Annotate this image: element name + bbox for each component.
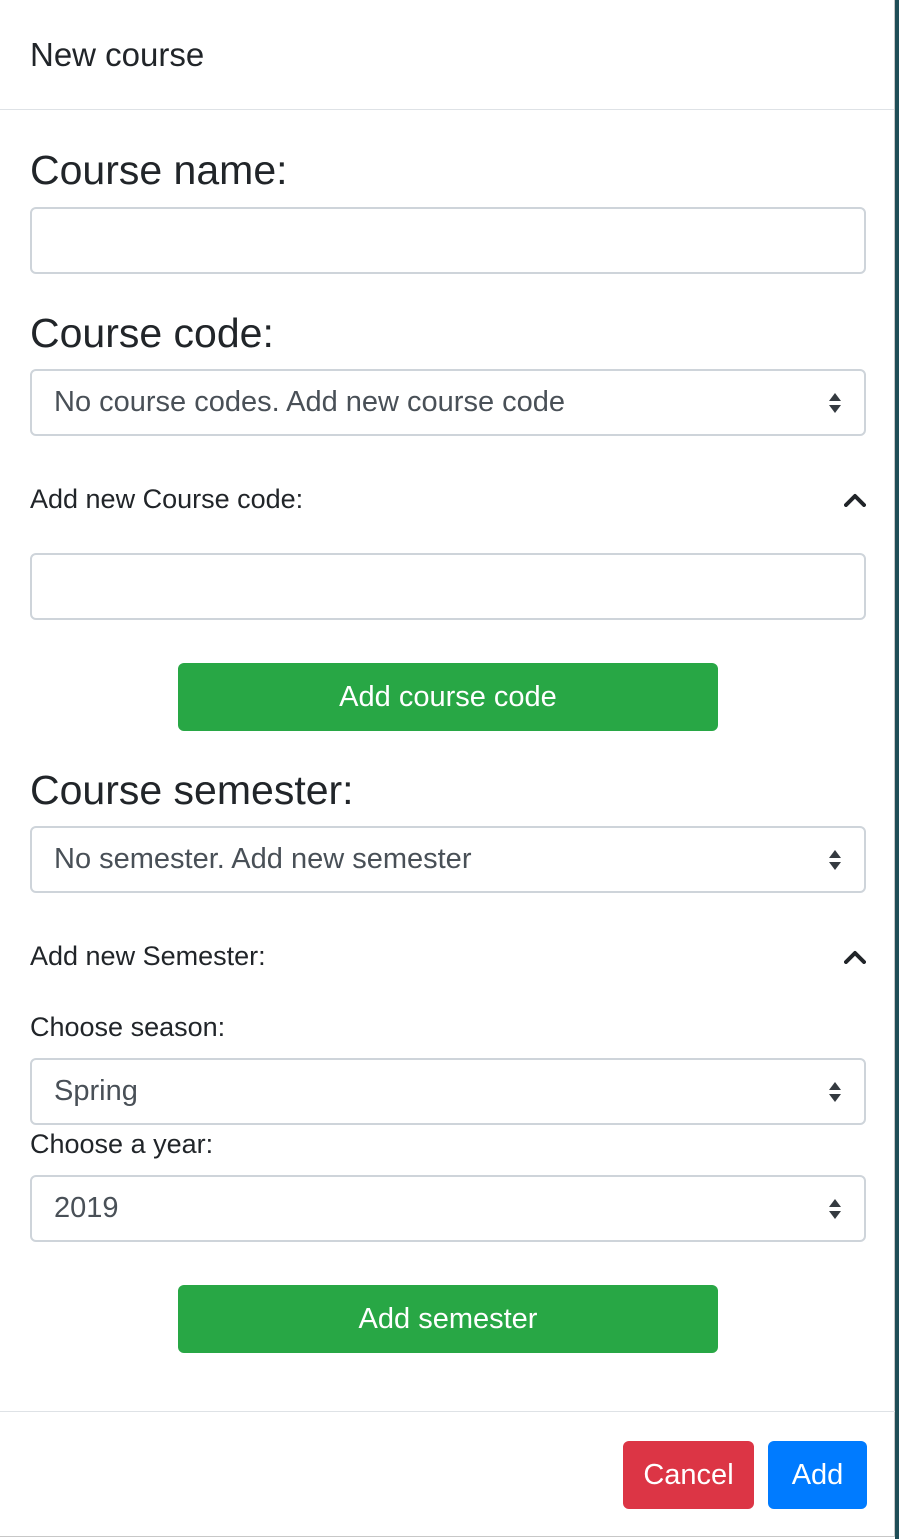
course-semester-select[interactable]: No semester. Add new semester: [30, 826, 866, 893]
year-select-value: 2019: [54, 1192, 119, 1224]
chevron-up-icon: [844, 950, 866, 964]
choose-season-label: Choose season:: [30, 1012, 226, 1042]
new-course-code-input[interactable]: [30, 553, 866, 620]
select-arrows-icon: [829, 1198, 841, 1219]
new-course-modal: New course Course name: Course code: No …: [0, 0, 895, 1537]
select-arrows-icon: [829, 392, 841, 413]
modal-title: New course: [30, 35, 205, 73]
course-semester-label: Course semester:: [30, 767, 354, 813]
chevron-up-icon: [844, 493, 866, 507]
add-semester-toggle[interactable]: Add new Semester:: [30, 943, 866, 970]
course-code-select[interactable]: No course codes. Add new course code: [30, 369, 866, 436]
cancel-button[interactable]: Cancel: [623, 1441, 754, 1509]
add-semester-label: Add new Semester:: [30, 941, 266, 971]
season-select[interactable]: Spring: [30, 1058, 866, 1125]
modal-footer: Cancel Add: [0, 1411, 895, 1537]
choose-year-label: Choose a year:: [30, 1129, 214, 1159]
select-arrows-icon: [829, 1081, 841, 1102]
backdrop: [895, 0, 899, 1539]
season-select-value: Spring: [54, 1075, 138, 1107]
course-semester-select-value: No semester. Add new semester: [54, 843, 472, 875]
add-semester-button[interactable]: Add semester: [178, 1285, 718, 1353]
course-code-select-value: No course codes. Add new course code: [54, 386, 566, 418]
add-course-code-button[interactable]: Add course code: [178, 663, 718, 731]
add-button[interactable]: Add: [768, 1441, 867, 1509]
add-course-code-toggle[interactable]: Add new Course code:: [30, 486, 866, 513]
select-arrows-icon: [829, 849, 841, 870]
modal-header: New course: [0, 0, 894, 110]
course-code-label: Course code:: [30, 310, 274, 356]
add-course-code-label: Add new Course code:: [30, 484, 304, 514]
year-select[interactable]: 2019: [30, 1175, 866, 1242]
course-name-label: Course name:: [30, 147, 288, 193]
course-name-input[interactable]: [30, 207, 866, 274]
